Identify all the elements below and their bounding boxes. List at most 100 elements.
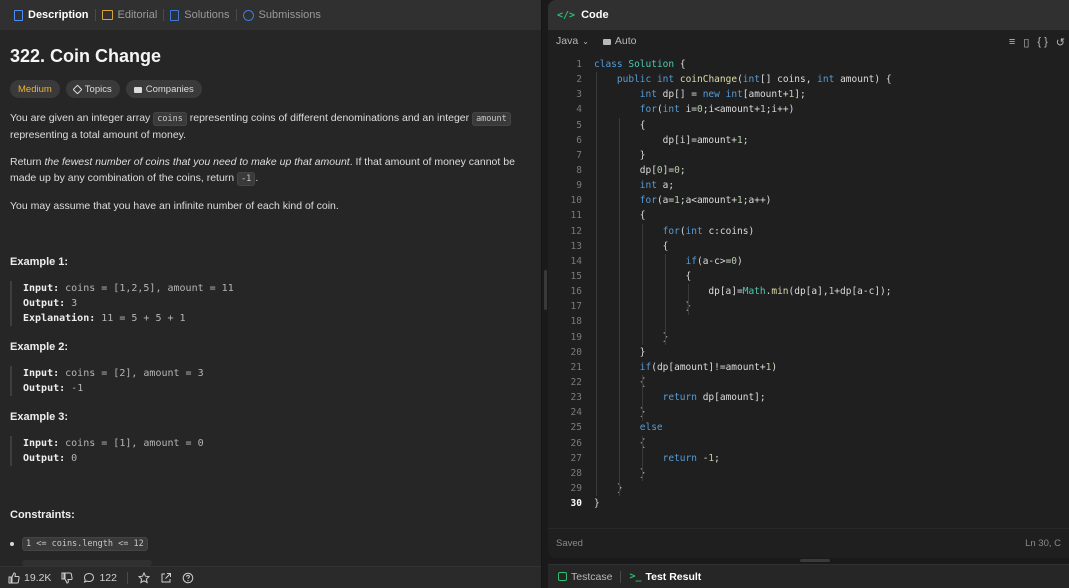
console-resize-handle[interactable] [800, 559, 830, 562]
code-line[interactable]: 17 } [548, 299, 1069, 314]
share-icon[interactable] [160, 572, 172, 584]
dislike-button[interactable] [61, 572, 74, 584]
indent-guide [641, 375, 643, 421]
tab-test-result[interactable]: >_ Test Result [629, 571, 701, 583]
line-content: } [582, 405, 646, 420]
code-header: </> Code [548, 0, 1069, 30]
code-line[interactable]: 19 } [548, 330, 1069, 345]
code-line[interactable]: 3 int dp[] = new int[amount+1]; [548, 87, 1069, 102]
code-line[interactable]: 16 dp[a]=Math.min(dp[a],1+dp[a-c]); [548, 284, 1069, 299]
problem-title[interactable]: 322. Coin Change [10, 46, 161, 67]
code-line[interactable]: 2 public int coinChange(int[] coins, int… [548, 72, 1069, 87]
code-line[interactable]: 18 [548, 314, 1069, 329]
code-line[interactable]: 5 { [548, 118, 1069, 133]
code-line[interactable]: 14 if(a-c>=0) [548, 254, 1069, 269]
description-panel: Description Editorial Solutions Submissi… [0, 0, 542, 588]
tab-editorial[interactable]: Editorial [96, 0, 164, 30]
code-line[interactable]: 21 if(dp[amount]!=amount+1) [548, 360, 1069, 375]
code-line[interactable]: 11 { [548, 208, 1069, 223]
desc-text: representing a total amount of money. [10, 129, 187, 141]
indent-guide [618, 117, 620, 497]
panel-resize-handle[interactable] [544, 270, 547, 310]
line-number: 5 [576, 119, 582, 131]
companies-button[interactable]: Companies [125, 80, 202, 98]
code-line[interactable]: 27 return -1; [548, 451, 1069, 466]
line-content: { [639, 119, 646, 131]
code-line[interactable]: 28 } [548, 466, 1069, 481]
line-number: 15 [570, 270, 582, 282]
reset-icon[interactable]: ↺ [1056, 36, 1065, 49]
line-content: return dp[amount]; [662, 392, 766, 404]
auto-mode-toggle[interactable]: Auto [602, 35, 637, 47]
star-icon[interactable] [137, 571, 150, 584]
code-line[interactable]: 12 for(int c:coins) [548, 224, 1069, 239]
example-3-output: Output: 0 [23, 451, 530, 466]
tab-description[interactable]: Description [8, 0, 95, 30]
tag-icon [72, 84, 83, 94]
bookmark-icon[interactable]: ▯ [1023, 36, 1029, 49]
description-paragraph-2: Return the fewest number of coins that y… [10, 154, 530, 187]
code-line[interactable]: 8 dp[0]=0; [548, 163, 1069, 178]
example-2-input: Input: coins = [2], amount = 3 [23, 366, 530, 381]
language-label: Java [556, 35, 579, 47]
comments-button[interactable]: 122 [83, 572, 117, 584]
input-label: Input: [23, 368, 60, 379]
code-line[interactable]: 23 return dp[amount]; [548, 390, 1069, 405]
code-line[interactable]: 9 int a; [548, 178, 1069, 193]
tab-submissions[interactable]: Submissions [237, 0, 327, 30]
line-number: 16 [570, 286, 582, 298]
code-line[interactable]: 13 { [548, 239, 1069, 254]
tab-solutions[interactable]: Solutions [164, 0, 235, 30]
help-icon[interactable] [182, 572, 194, 584]
code-editor[interactable]: 1 class Solution {2 public int coinChange… [548, 57, 1069, 511]
code-line[interactable]: 22 { [548, 375, 1069, 390]
line-number: 28 [570, 467, 582, 479]
indent-guide [641, 435, 643, 482]
code-line[interactable]: 30} [548, 496, 1069, 511]
tab-testcase[interactable]: Testcase [558, 571, 612, 583]
braces-icon[interactable]: { } [1037, 36, 1047, 49]
line-number: 10 [570, 195, 582, 207]
solutions-icon [170, 9, 180, 21]
code-line[interactable]: 7 } [548, 148, 1069, 163]
chevron-down-icon: ⌄ [582, 36, 589, 46]
code-line[interactable]: 6 dp[i]=amount+1; [548, 133, 1069, 148]
line-number: 14 [570, 255, 582, 267]
code-line[interactable]: 24 } [548, 405, 1069, 420]
line-number: 26 [570, 437, 582, 449]
topics-button[interactable]: Topics [65, 80, 120, 98]
line-content: dp[0]=0; [594, 164, 686, 176]
line-content: dp[i]=amount+1; [594, 134, 749, 146]
line-content: dp[a]=Math.min(dp[a],1+dp[a-c]); [594, 286, 892, 298]
code-line[interactable]: 1 class Solution { [548, 57, 1069, 72]
tab-description-label: Description [28, 9, 89, 21]
like-button[interactable]: 19.2K [8, 572, 51, 584]
line-content: { [594, 240, 669, 252]
line-number: 7 [576, 149, 582, 161]
comment-icon [84, 572, 95, 583]
left-tab-bar: Description Editorial Solutions Submissi… [0, 0, 541, 30]
comment-count: 122 [99, 571, 117, 584]
line-content: for(int i=0;i<amount+1;i++) [639, 104, 795, 116]
code-line[interactable]: 29 } [548, 481, 1069, 496]
indent-guide [664, 253, 666, 345]
editor-actions: ≡ ▯ { } ↺ [1009, 36, 1065, 49]
code-line[interactable]: 4 for(int i=0;i<amount+1;i++) [548, 102, 1069, 117]
output-label: Output: [23, 453, 66, 464]
code-line[interactable]: 20 } [548, 345, 1069, 360]
line-number: 9 [576, 180, 582, 192]
language-select[interactable]: Java ⌄ [556, 35, 589, 47]
testcase-label: Testcase [571, 570, 613, 583]
inline-code-coins: coins [153, 112, 187, 126]
description-paragraph-3: You may assume that you have an infinite… [10, 200, 339, 212]
format-icon[interactable]: ≡ [1009, 36, 1015, 49]
line-content: else [639, 422, 663, 434]
code-line[interactable]: 10 for(a=1;a<amount+1;a++) [548, 193, 1069, 208]
constraint-code: 1 <= coins.length <= 12 [22, 537, 148, 551]
code-line[interactable]: 26 { [548, 436, 1069, 451]
inline-code-neg1: -1 [237, 172, 256, 186]
code-line[interactable]: 15 { [548, 269, 1069, 284]
example-1-input: Input: coins = [1,2,5], amount = 11 [23, 281, 530, 296]
line-number: 11 [570, 210, 582, 222]
code-line[interactable]: 25 else [548, 420, 1069, 435]
